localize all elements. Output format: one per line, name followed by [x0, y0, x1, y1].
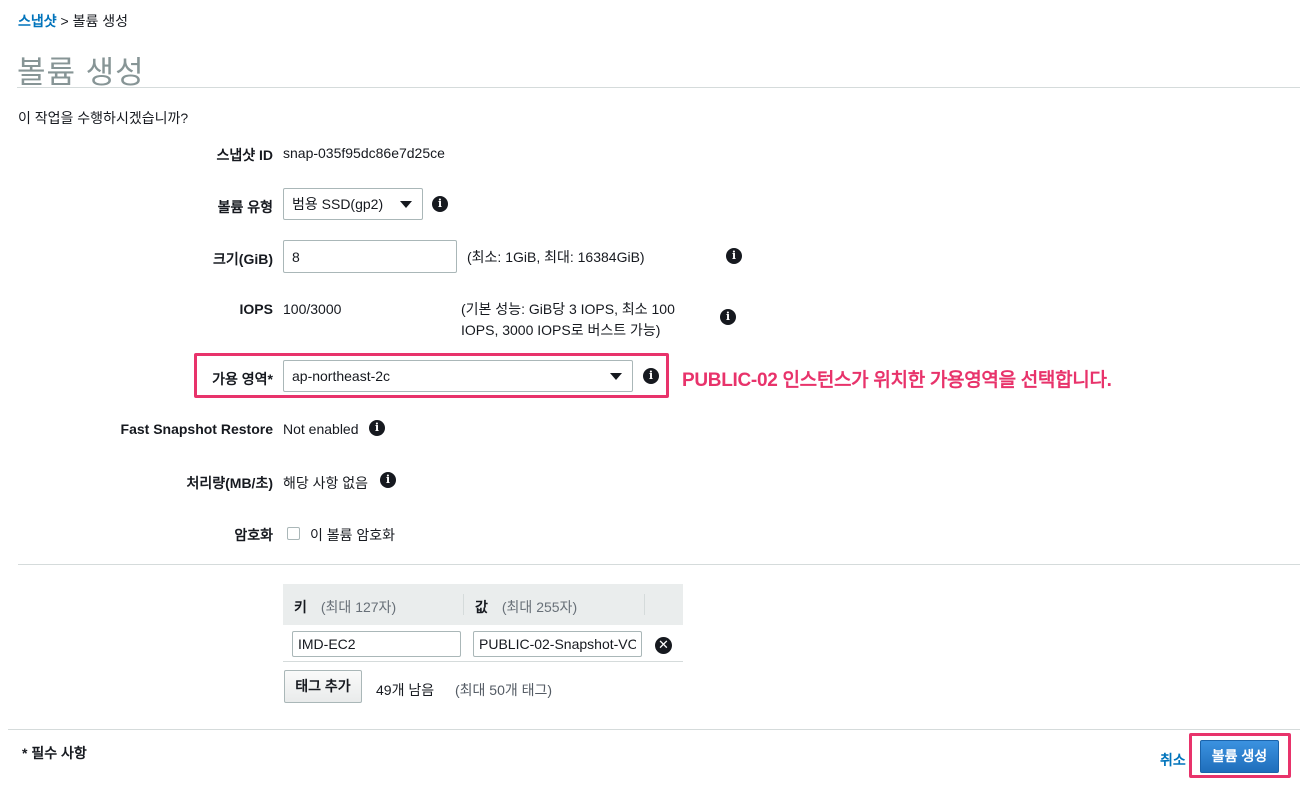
tag-row-divider [283, 661, 683, 662]
cancel-link[interactable]: 취소 [1160, 750, 1186, 770]
iops-hint-line2: IOPS, 3000 IOPS로 버스트 가능) [461, 322, 661, 338]
remove-circle-icon[interactable]: ✕ [655, 637, 672, 654]
throughput-value: 해당 사항 없음 [283, 475, 369, 491]
encryption-label: 암호화 [234, 527, 273, 543]
title-divider [17, 87, 1300, 88]
volume-type-value: 범용 SSD(gp2) [292, 196, 384, 212]
info-icon[interactable]: i [380, 472, 396, 488]
tag-key-input[interactable] [292, 631, 461, 657]
volume-type-select[interactable]: 범용 SSD(gp2) [283, 188, 423, 220]
iops-label: IOPS [239, 301, 273, 317]
size-label: 크기(GiB) [213, 251, 273, 267]
iops-hint-line1: (기본 성능: GiB당 3 IOPS, 최소 100 [461, 301, 675, 317]
page-title: 볼륨 생성 [17, 55, 145, 90]
info-icon[interactable]: i [643, 368, 659, 384]
breadcrumb: 스냅샷 > 볼륨 생성 [18, 11, 128, 31]
create-volume-button[interactable]: 볼륨 생성 [1200, 740, 1279, 773]
header-divider [463, 594, 464, 615]
availability-zone-select[interactable]: ap-northeast-2c [283, 360, 633, 392]
volume-type-label: 볼륨 유형 [217, 199, 273, 215]
breadcrumb-separator: > [60, 13, 69, 29]
caret-down-icon [610, 373, 622, 380]
info-icon[interactable]: i [369, 420, 385, 436]
add-tag-button[interactable]: 태그 추가 [284, 670, 362, 703]
encryption-checkbox[interactable] [287, 527, 300, 540]
tag-value-input[interactable] [473, 631, 642, 657]
tags-table-header: 키 (최대 127자) 값 (최대 255자) [283, 584, 683, 625]
breadcrumb-link-snapshots[interactable]: 스냅샷 [18, 13, 57, 29]
info-icon[interactable]: i [720, 309, 736, 325]
encryption-checkbox-label[interactable]: 이 볼륨 암호화 [310, 525, 395, 545]
breadcrumb-current: 볼륨 생성 [72, 13, 129, 29]
snapshot-id-label: 스냅샷 ID [216, 147, 273, 163]
required-note: * 필수 사항 [22, 745, 87, 761]
availability-zone-value: ap-northeast-2c [292, 368, 391, 384]
confirm-question: 이 작업을 수행하시겠습니까? [18, 110, 189, 126]
caret-down-icon [400, 201, 412, 208]
annotation-text: PUBLIC-02 인스턴스가 위치한 가용영역을 선택합니다. [682, 370, 1112, 391]
iops-hint: (기본 성능: GiB당 3 IOPS, 최소 100 IOPS, 3000 I… [461, 299, 675, 341]
availability-zone-label: 가용 영역* [212, 371, 273, 387]
tags-remaining: 49개 남음 [376, 682, 435, 698]
footer-divider [8, 729, 1300, 730]
iops-value: 100/3000 [283, 301, 342, 317]
throughput-label: 처리량(MB/초) [186, 475, 273, 491]
size-input[interactable] [283, 240, 457, 273]
size-hint: (최소: 1GiB, 최대: 16384GiB) [467, 249, 645, 265]
header-divider [644, 594, 645, 615]
snapshot-id-value: snap-035f95dc86e7d25ce [283, 145, 445, 161]
tags-max-note: (최대 50개 태그) [455, 682, 553, 698]
tag-value-header: 값 (최대 255자) [475, 599, 578, 615]
info-icon[interactable]: i [726, 248, 742, 264]
info-icon[interactable]: i [432, 196, 448, 212]
fast-snapshot-restore-label: Fast Snapshot Restore [120, 421, 273, 437]
fast-snapshot-restore-value: Not enabled [283, 421, 359, 437]
section-divider [18, 564, 1300, 565]
tag-key-header: 키 (최대 127자) [294, 599, 397, 615]
